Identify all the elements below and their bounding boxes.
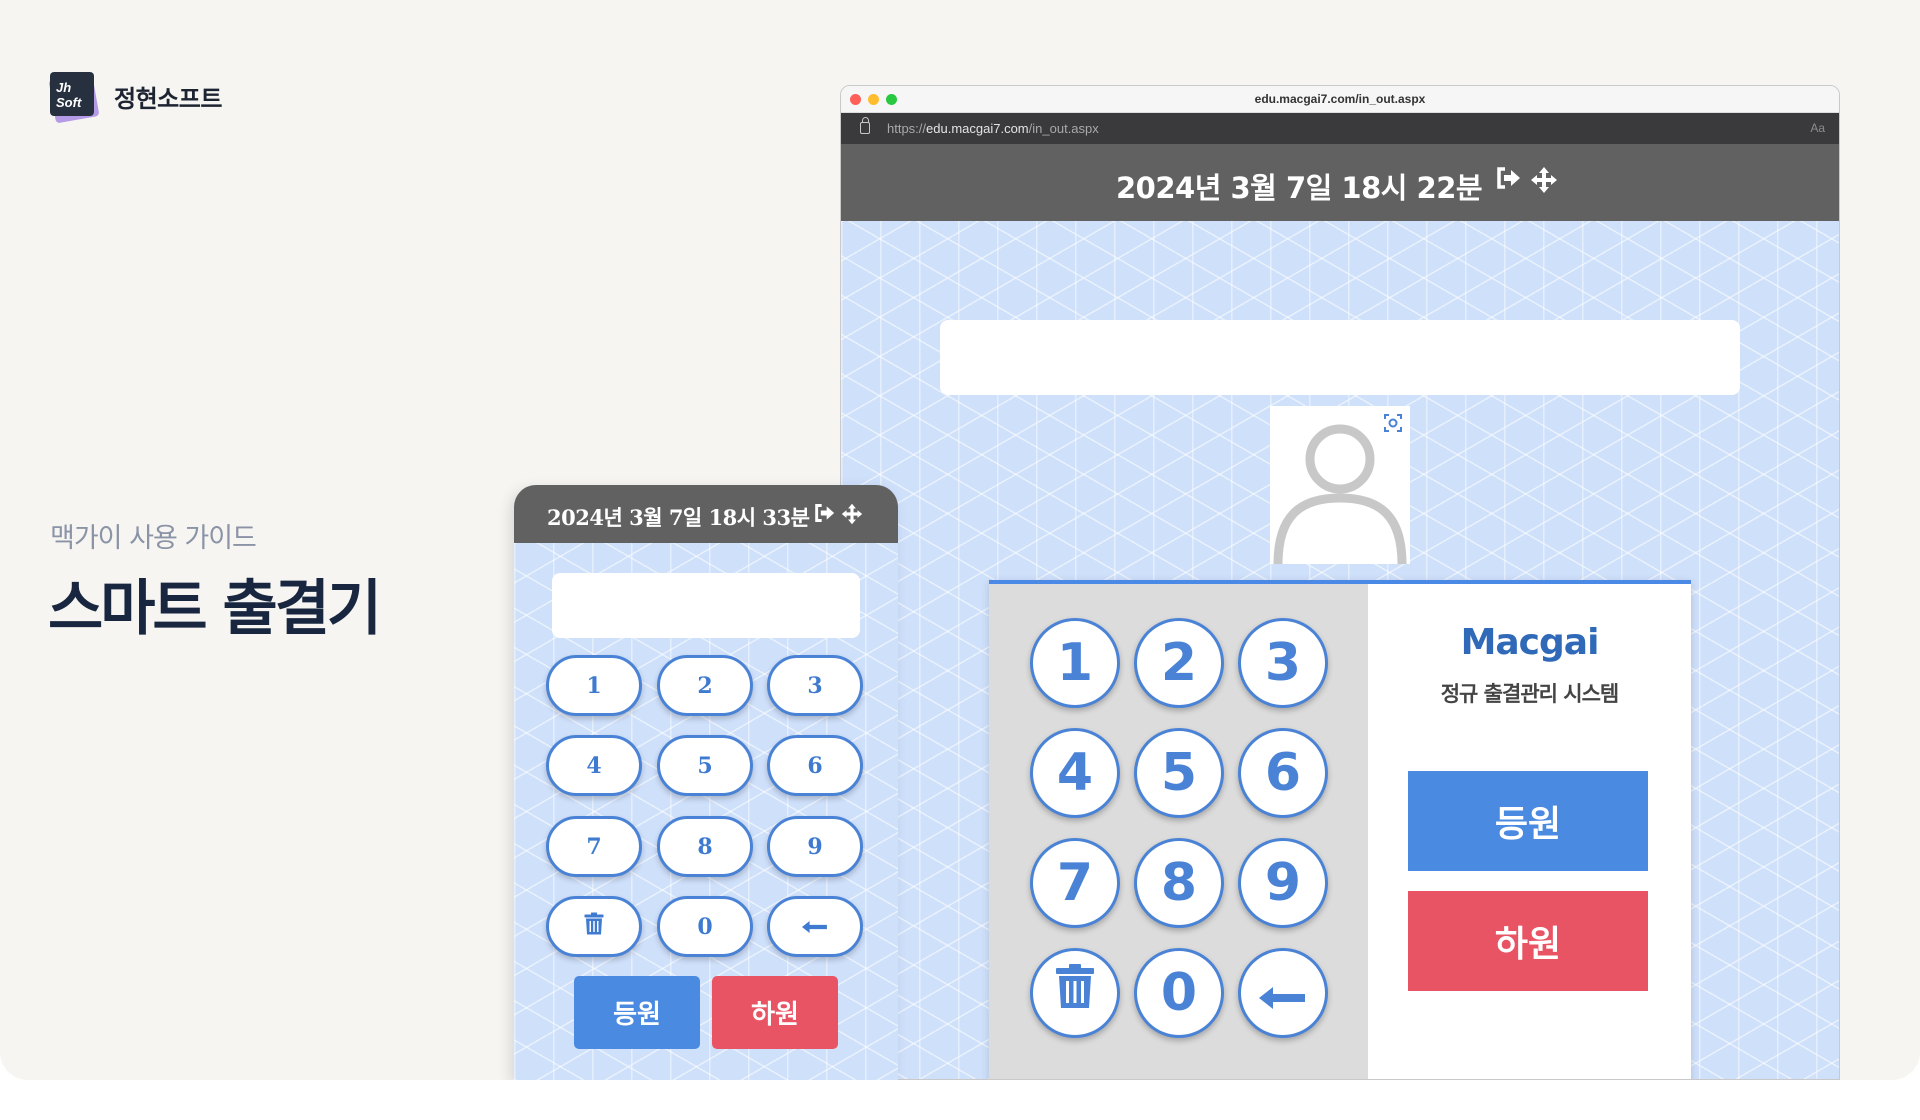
key-1[interactable]: 1	[1030, 618, 1120, 708]
window-titlebar: edu.macgai7.com/in_out.aspx	[841, 86, 1839, 113]
clock: 2024년 3월 7일 18시 22분	[1116, 171, 1483, 205]
browser-window: edu.macgai7.com/in_out.aspx https://edu.…	[840, 85, 1840, 1080]
mobile-key-2[interactable]: 2	[657, 655, 753, 716]
brand-name: 정현소프트	[114, 84, 222, 113]
arrow-left-icon	[802, 914, 828, 940]
mobile-app: 2024년 3월 7일 18시 33분 1 2 3 4 5 6 7 8 9 0 …	[514, 485, 898, 1080]
mobile-clock: 2024년 3월 7일 18시 33분	[547, 505, 810, 530]
key-5[interactable]: 5	[1134, 728, 1224, 818]
checkin-button[interactable]: 등원	[1408, 771, 1648, 871]
key-4[interactable]: 4	[1030, 728, 1120, 818]
lock-icon	[860, 117, 870, 134]
key-0[interactable]: 0	[1134, 948, 1224, 1038]
clear-button[interactable]	[1030, 948, 1120, 1038]
app-body: 1 2 3 4 5 6 7 8 9 0 Macgai 정규 출결관리 시스템 등…	[841, 221, 1839, 1079]
app-header: 2024년 3월 7일 18시 22분	[841, 144, 1839, 221]
url-text[interactable]: https://edu.macgai7.com/in_out.aspx	[887, 121, 1099, 136]
mobile-key-7[interactable]: 7	[546, 816, 642, 877]
backspace-button[interactable]	[1238, 948, 1328, 1038]
avatar	[1270, 406, 1410, 564]
guide-title: 스마트 출결기	[48, 574, 382, 644]
mobile-clear-button[interactable]	[546, 896, 642, 957]
mobile-code-input[interactable]	[552, 573, 860, 638]
mobile-header: 2024년 3월 7일 18시 33분	[514, 485, 898, 543]
brand-logo: Jh Soft	[48, 72, 100, 124]
keypad: 1 2 3 4 5 6 7 8 9 0	[989, 584, 1368, 1079]
move-icon[interactable]	[841, 503, 863, 530]
mobile-key-6[interactable]: 6	[767, 735, 863, 796]
window-title: edu.macgai7.com/in_out.aspx	[1254, 92, 1426, 106]
key-6[interactable]: 6	[1238, 728, 1328, 818]
keypad-panel: 1 2 3 4 5 6 7 8 9 0 Macgai 정규 출결관리 시스템 등…	[989, 580, 1691, 1079]
camera-capture-icon[interactable]	[1384, 414, 1402, 437]
trash-icon	[1055, 963, 1095, 1023]
mobile-key-0[interactable]: 0	[657, 896, 753, 957]
guide-subtitle: 맥가이 사용 가이드	[50, 523, 257, 554]
checkout-button[interactable]: 하원	[1408, 891, 1648, 991]
mobile-checkin-button[interactable]: 등원	[574, 976, 700, 1049]
mobile-key-5[interactable]: 5	[657, 735, 753, 796]
key-3[interactable]: 3	[1238, 618, 1328, 708]
system-name: 정규 출결관리 시스템	[1440, 682, 1620, 706]
address-bar[interactable]: https://edu.macgai7.com/in_out.aspx Aa	[841, 113, 1839, 144]
mobile-backspace-button[interactable]	[767, 896, 863, 957]
code-input[interactable]	[940, 320, 1740, 395]
key-9[interactable]: 9	[1238, 838, 1328, 928]
trash-icon	[584, 912, 604, 942]
mobile-key-4[interactable]: 4	[546, 735, 642, 796]
brand: Jh Soft 정현소프트	[48, 72, 222, 124]
key-2[interactable]: 2	[1134, 618, 1224, 708]
sign-out-icon[interactable]	[1496, 166, 1522, 199]
app-brand: Macgai	[1460, 622, 1600, 663]
key-7[interactable]: 7	[1030, 838, 1120, 928]
side-panel: Macgai 정규 출결관리 시스템 등원 하원	[1368, 584, 1691, 1079]
key-8[interactable]: 8	[1134, 838, 1224, 928]
sign-out-icon[interactable]	[814, 503, 836, 530]
brand-logo-text: Jh Soft	[50, 72, 94, 116]
stage: Jh Soft 정현소프트 맥가이 사용 가이드 스마트 출결기 edu.mac…	[0, 0, 1920, 1080]
move-icon[interactable]	[1530, 166, 1558, 199]
reader-mode-icon[interactable]: Aa	[1810, 121, 1825, 135]
mobile-key-9[interactable]: 9	[767, 816, 863, 877]
arrow-left-icon	[1259, 963, 1307, 1023]
mobile-key-1[interactable]: 1	[546, 655, 642, 716]
mobile-key-8[interactable]: 8	[657, 816, 753, 877]
mobile-checkout-button[interactable]: 하원	[712, 976, 838, 1049]
mobile-key-3[interactable]: 3	[767, 655, 863, 716]
mobile-body: 1 2 3 4 5 6 7 8 9 0 등원 하원	[514, 543, 898, 1080]
